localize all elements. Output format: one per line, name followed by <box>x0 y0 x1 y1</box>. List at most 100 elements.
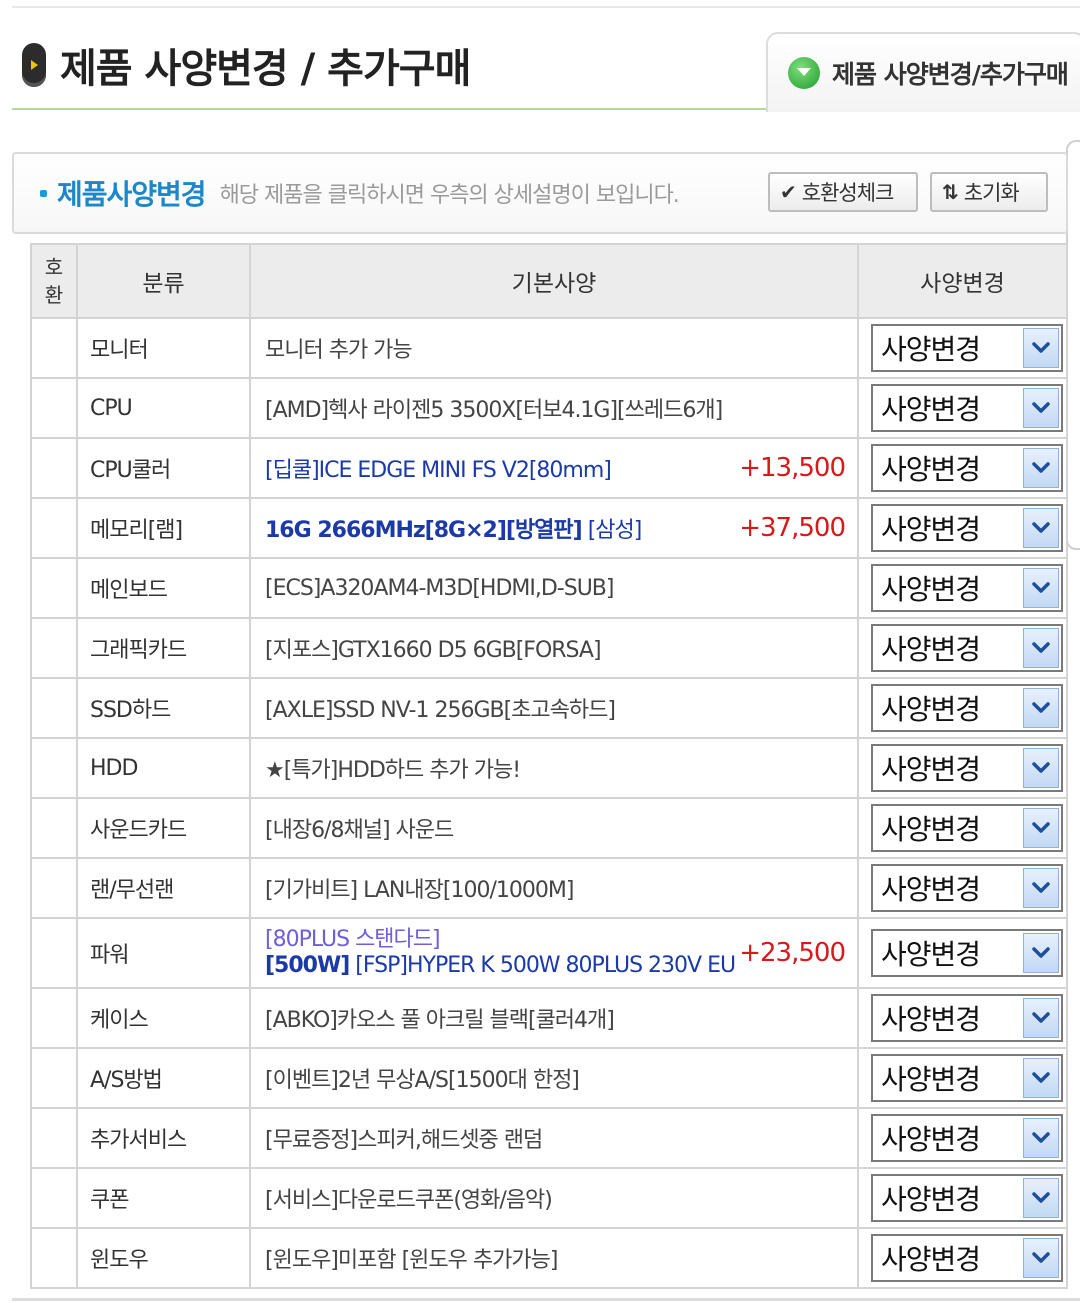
change-cell: 사양변경 <box>857 1047 1068 1109</box>
spec-cell[interactable]: 16G 2666MHz[8G×2][방열판] [삼성] +37,500 <box>249 497 859 559</box>
change-cell: 사양변경 <box>857 857 1068 919</box>
change-cell: 사양변경 <box>857 797 1068 859</box>
title-underline <box>12 108 766 110</box>
spec-change-select[interactable]: 사양변경 <box>871 1174 1063 1222</box>
spec-change-select[interactable]: 사양변경 <box>871 444 1063 492</box>
spec-cell[interactable]: [AMD]헥사 라이젠5 3500X[터보4.1G][쓰레드6개] <box>249 377 859 439</box>
spec-cell[interactable]: [ABKO]카오스 풀 아크릴 블랙[쿨러4개] <box>249 987 859 1049</box>
spec-cell[interactable]: [딥쿨]ICE EDGE MINI FS V2[80mm] +13,500 <box>249 437 859 499</box>
table-row: 메모리[램] 16G 2666MHz[8G×2][방열판] [삼성] +37,500… <box>30 497 1068 559</box>
change-cell: 사양변경 <box>857 437 1068 499</box>
spec-change-select[interactable]: 사양변경 <box>871 1054 1063 1102</box>
chevron-down-icon <box>1023 1118 1059 1158</box>
category-cell: A/S방법 <box>76 1047 251 1109</box>
chevron-down-icon <box>1023 568 1059 608</box>
section-bullet-icon <box>40 189 47 197</box>
spec-change-select[interactable]: 사양변경 <box>871 624 1063 672</box>
spec-cell[interactable]: ★[특가]HDD하드 추가 가능! <box>249 737 859 799</box>
table-row: SSD하드 [AXLE]SSD NV-1 256GB[초고속하드] 사양변경 <box>30 677 1068 739</box>
change-cell: 사양변경 <box>857 677 1068 739</box>
chevron-down-icon <box>1023 933 1059 973</box>
spec-cell[interactable]: [이벤트]2년 무상A/S[1500대 한정] <box>249 1047 859 1109</box>
chevron-down-icon <box>1023 748 1059 788</box>
compat-cell <box>30 737 78 799</box>
header-change: 사양변경 <box>857 243 1068 319</box>
category-cell: 추가서비스 <box>76 1107 251 1169</box>
compat-cell <box>30 857 78 919</box>
select-label: 사양변경 <box>881 513 981 546</box>
swap-arrows-icon: ⇅ <box>942 180 959 204</box>
spec-change-select[interactable]: 사양변경 <box>871 504 1063 552</box>
spec-text: [서비스]다운로드쿠폰(영화/음악) <box>265 1188 553 1213</box>
spec-cell[interactable]: [내장6/8채널] 사운드 <box>249 797 859 859</box>
spec-change-select[interactable]: 사양변경 <box>871 864 1063 912</box>
category-cell: 그래픽카드 <box>76 617 251 679</box>
category-cell: 윈도우 <box>76 1227 251 1289</box>
spec-line1: [80PLUS 스탠다드] <box>265 927 441 952</box>
chevron-down-icon <box>1023 998 1059 1038</box>
spec-highlight: 16G 2666MHz[8G×2][방열판] <box>265 518 583 543</box>
spec-change-select[interactable]: 사양변경 <box>871 744 1063 792</box>
spec-text: [무료증정]스피커,해드셋중 랜덤 <box>265 1128 543 1153</box>
spec-cell[interactable]: [무료증정]스피커,해드셋중 랜덤 <box>249 1107 859 1169</box>
select-label: 사양변경 <box>881 753 981 786</box>
spec-change-select[interactable]: 사양변경 <box>871 804 1063 852</box>
spec-text: [이벤트]2년 무상A/S[1500대 한정] <box>265 1068 580 1093</box>
tab-spec-change[interactable]: 제품 사양변경/추가구매 <box>766 32 1080 112</box>
select-label: 사양변경 <box>881 873 981 906</box>
compat-cell <box>30 1107 78 1169</box>
select-label: 사양변경 <box>881 693 981 726</box>
page-header: 제품 사양변경 / 추가구매 제품 사양변경/추가구매 <box>0 0 1080 112</box>
compat-cell <box>30 677 78 739</box>
table-header-row: 호환 분류 기본사양 사양변경 <box>30 243 1068 319</box>
spec-cell[interactable]: [윈도우]미포함 [윈도우 추가가능] <box>249 1227 859 1289</box>
spec-change-select[interactable]: 사양변경 <box>871 994 1063 1042</box>
spec-change-select[interactable]: 사양변경 <box>871 324 1063 372</box>
chevron-down-icon <box>1023 688 1059 728</box>
compatibility-check-button[interactable]: ✔ 호환성체크 <box>768 172 918 212</box>
spec-text: 모니터 추가 가능 <box>265 338 413 363</box>
spec-cell[interactable]: [서비스]다운로드쿠폰(영화/음악) <box>249 1167 859 1229</box>
spec-cell[interactable]: 모니터 추가 가능 <box>249 317 859 379</box>
price-delta: +13,500 <box>739 453 846 483</box>
table-row: 파워 [80PLUS 스탠다드] [500W] [FSP]HYPER K 500W … <box>30 917 1068 989</box>
category-cell: 파워 <box>76 917 251 989</box>
price-delta: +23,500 <box>739 938 846 968</box>
change-cell: 사양변경 <box>857 617 1068 679</box>
spec-highlight: [500W] <box>265 953 350 978</box>
table-row: CPU [AMD]헥사 라이젠5 3500X[터보4.1G][쓰레드6개] 사양변경 <box>30 377 1068 439</box>
section-bar: 제품사양변경 해당 제품을 클릭하시면 우측의 상세설명이 보입니다. ✔ 호환… <box>12 152 1068 234</box>
spec-text: [내장6/8채널] 사운드 <box>265 818 454 843</box>
spec-cell[interactable]: [80PLUS 스탠다드] [500W] [FSP]HYPER K 500W 80… <box>249 917 859 989</box>
spec-cell[interactable]: [기가비트] LAN내장[100/1000M] <box>249 857 859 919</box>
chevron-down-icon <box>1023 448 1059 488</box>
spec-text: [기가비트] LAN내장[100/1000M] <box>265 878 574 903</box>
chevron-down-icon <box>1023 628 1059 668</box>
select-label: 사양변경 <box>881 1003 981 1036</box>
change-cell: 사양변경 <box>857 737 1068 799</box>
chevron-down-icon <box>1023 328 1059 368</box>
spec-text: [지포스]GTX1660 D5 6GB[FORSA] <box>265 638 602 663</box>
change-cell: 사양변경 <box>857 1167 1068 1229</box>
header-spec: 기본사양 <box>249 243 859 319</box>
spec-change-select[interactable]: 사양변경 <box>871 929 1063 977</box>
spec-change-select[interactable]: 사양변경 <box>871 1234 1063 1282</box>
spec-cell[interactable]: [AXLE]SSD NV-1 256GB[초고속하드] <box>249 677 859 739</box>
compat-cell <box>30 437 78 499</box>
table-row: 모니터 모니터 추가 가능 사양변경 <box>30 317 1068 379</box>
spec-change-select[interactable]: 사양변경 <box>871 564 1063 612</box>
reset-button[interactable]: ⇅ 초기화 <box>930 172 1048 212</box>
spec-change-select[interactable]: 사양변경 <box>871 684 1063 732</box>
spec-change-select[interactable]: 사양변경 <box>871 1114 1063 1162</box>
spec-cell[interactable]: [지포스]GTX1660 D5 6GB[FORSA] <box>249 617 859 679</box>
compat-cell <box>30 987 78 1049</box>
page-title-text: 제품 사양변경 / 추가구매 <box>60 46 471 92</box>
spec-cell[interactable]: [ECS]A320AM4-M3D[HDMI,D-SUB] <box>249 557 859 619</box>
select-label: 사양변경 <box>881 813 981 846</box>
spec-text: [FSP]HYPER K 500W 80PLUS 230V EU <box>349 953 736 978</box>
chevron-down-icon <box>1023 1238 1059 1278</box>
select-label: 사양변경 <box>881 453 981 486</box>
category-cell: 사운드카드 <box>76 797 251 859</box>
compat-cell <box>30 1227 78 1289</box>
spec-change-select[interactable]: 사양변경 <box>871 384 1063 432</box>
